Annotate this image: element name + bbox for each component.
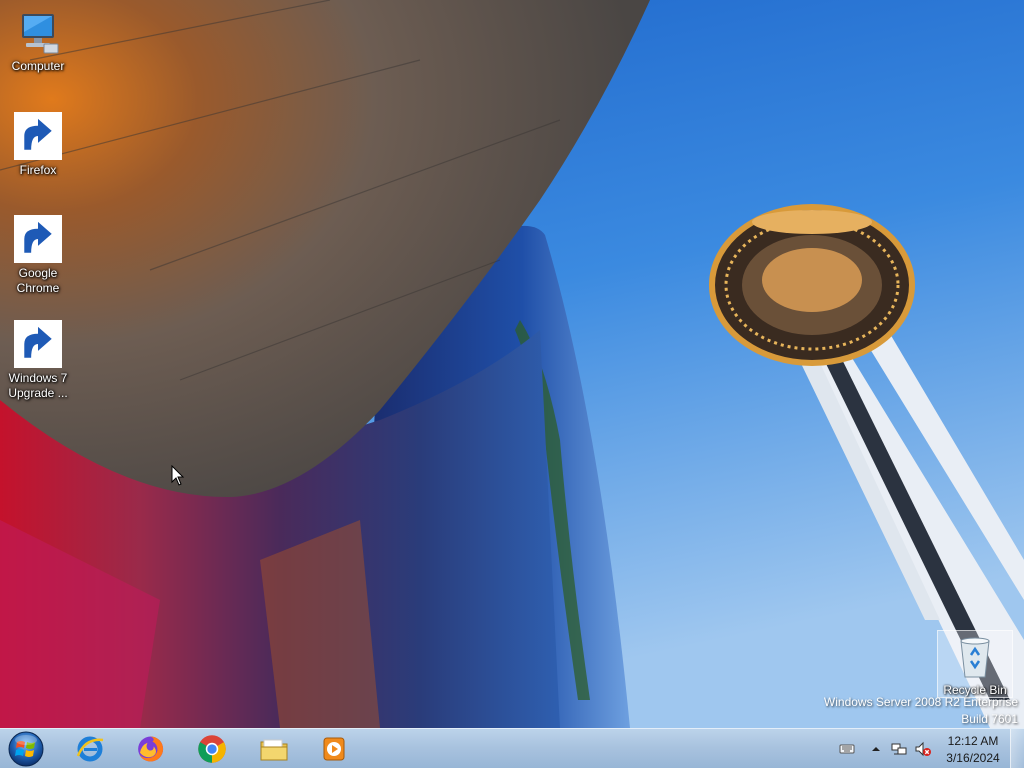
taskbar-clock[interactable]: 12:12 AM 3/16/2024 bbox=[938, 733, 1008, 767]
folder-icon bbox=[260, 739, 288, 761]
firefox-icon bbox=[138, 736, 164, 762]
os-build-watermark: Windows Server 2008 R2 Enterprise Build … bbox=[824, 694, 1018, 728]
taskbar: 12:12 AM 3/16/2024 bbox=[0, 728, 1024, 769]
chrome-icon bbox=[14, 215, 62, 263]
firefox-icon bbox=[14, 112, 62, 160]
desktop-icon-windows-7-upgrade[interactable]: Windows 7 Upgrade ... bbox=[0, 320, 76, 401]
desktop-icon-computer[interactable]: Computer bbox=[0, 8, 76, 74]
show-desktop-button[interactable] bbox=[1010, 729, 1024, 769]
desktop-icon-google-chrome[interactable]: Google Chrome bbox=[0, 215, 76, 296]
internet-explorer-icon bbox=[76, 736, 104, 762]
clock-date: 3/16/2024 bbox=[946, 751, 1000, 765]
network-icon[interactable] bbox=[891, 741, 907, 757]
watermark-edition: Windows Server 2008 R2 Enterprise bbox=[823, 695, 1018, 709]
computer-icon bbox=[14, 8, 62, 56]
recycle-bin-icon bbox=[955, 635, 995, 679]
show-hidden-icons-chevron[interactable] bbox=[868, 741, 884, 757]
volume-muted-icon[interactable] bbox=[915, 741, 931, 757]
clock-time: 12:12 AM bbox=[947, 734, 999, 748]
taskbar-windows-explorer[interactable] bbox=[246, 731, 302, 767]
keyboard-icon[interactable] bbox=[839, 741, 855, 757]
mouse-cursor-icon bbox=[171, 465, 185, 486]
desktop-icon-label: Firefox bbox=[19, 163, 57, 177]
desktop-icon-label: Computer bbox=[11, 59, 65, 73]
desktop-wallpaper bbox=[0, 0, 1024, 728]
desktop-icon-recycle-bin[interactable]: Recycle Bin bbox=[937, 630, 1013, 698]
watermark-build: Build 7601 bbox=[961, 712, 1018, 726]
shortcut-arrow-icon bbox=[14, 215, 62, 263]
start-button[interactable] bbox=[6, 730, 46, 768]
desktop-icon-label: Google Chrome bbox=[16, 266, 60, 295]
taskbar-firefox[interactable] bbox=[122, 731, 178, 767]
windows-start-orb-icon bbox=[8, 731, 44, 767]
space-needle-wallpaper bbox=[0, 0, 1024, 728]
desktop-icon-firefox[interactable]: Firefox bbox=[0, 112, 76, 178]
taskbar-internet-explorer[interactable] bbox=[62, 731, 118, 767]
windows-upgrade-icon bbox=[14, 320, 62, 368]
chrome-icon bbox=[198, 735, 226, 763]
desktop-icon-label: Windows 7 Upgrade ... bbox=[8, 371, 68, 400]
shortcut-arrow-icon bbox=[14, 320, 62, 368]
taskbar-google-chrome[interactable] bbox=[184, 731, 240, 767]
media-player-icon bbox=[323, 737, 345, 761]
shortcut-arrow-icon bbox=[14, 112, 62, 160]
taskbar-windows-media-player[interactable] bbox=[306, 731, 362, 767]
